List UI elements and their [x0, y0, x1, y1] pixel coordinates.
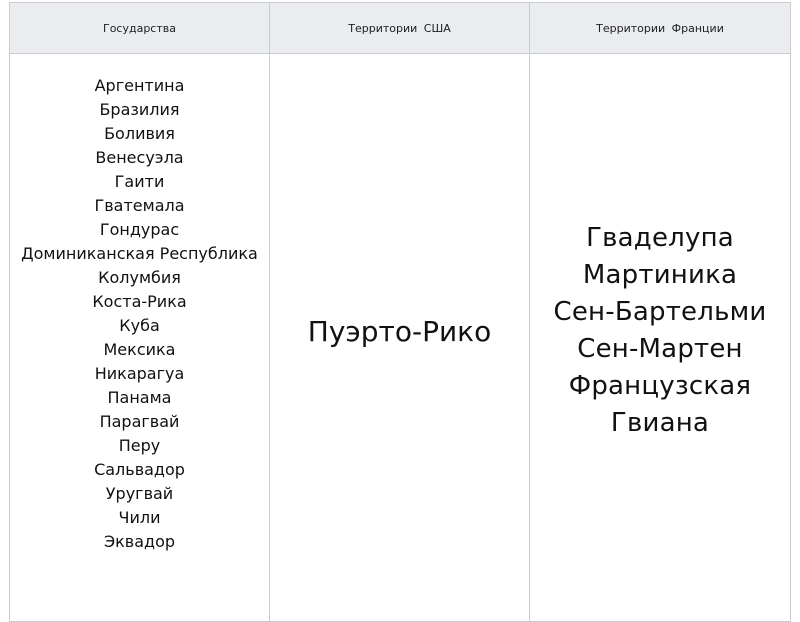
header-french-territories: Территории Франции [529, 2, 791, 54]
list-item: Мартиника [582, 260, 738, 290]
list-item: Сен-Бартельми [553, 297, 767, 327]
list-item: Коста-Рика [92, 292, 187, 311]
list-item: Парагвай [99, 412, 180, 431]
list-item: Колумбия [98, 268, 181, 287]
list-item: Французская [568, 371, 752, 401]
list-item: Бразилия [99, 100, 180, 119]
header-states: Государства [9, 2, 270, 54]
list-item: Аргентина [94, 76, 185, 95]
list-item: Боливия [104, 124, 175, 143]
list-item: Перу [118, 436, 161, 455]
states-list: Аргентина Бразилия Боливия Венесуэла Гаи… [10, 54, 269, 554]
territories-table: Государства Территории США Территории Фр… [9, 2, 791, 622]
states-cell: Аргентина Бразилия Боливия Венесуэла Гаи… [9, 53, 270, 622]
list-item: Гондурас [99, 220, 180, 239]
list-item: Никарагуа [94, 364, 185, 383]
us-territories-cell: Пуэрто-Рико [269, 53, 530, 622]
us-territory-name: Пуэрто-Рико [307, 315, 492, 348]
list-item: Гаити [114, 172, 165, 191]
list-item: Чили [118, 508, 161, 527]
list-item: Эквадор [103, 532, 176, 551]
list-item: Сен-Мартен [577, 334, 743, 364]
french-territories-cell: Гваделупа Мартиника Сен-Бартельми Сен-Ма… [529, 53, 791, 622]
list-item: Гватемала [94, 196, 185, 215]
table-row: Аргентина Бразилия Боливия Венесуэла Гаи… [9, 53, 791, 622]
list-item: Доминиканская Республика [21, 244, 258, 263]
list-item: Мексика [103, 340, 176, 359]
list-item: Уругвай [105, 484, 174, 503]
list-item: Венесуэла [95, 148, 184, 167]
table-header-row: Государства Территории США Территории Фр… [9, 2, 791, 54]
list-item: Гваделупа [586, 223, 734, 253]
header-us-territories: Территории США [269, 2, 530, 54]
list-item: Куба [119, 316, 160, 335]
list-item: Гвиана [610, 408, 710, 438]
french-territories-list: Гваделупа Мартиника Сен-Бартельми Сен-Ма… [530, 54, 790, 442]
list-item: Панама [107, 388, 172, 407]
list-item: Сальвадор [94, 460, 185, 479]
